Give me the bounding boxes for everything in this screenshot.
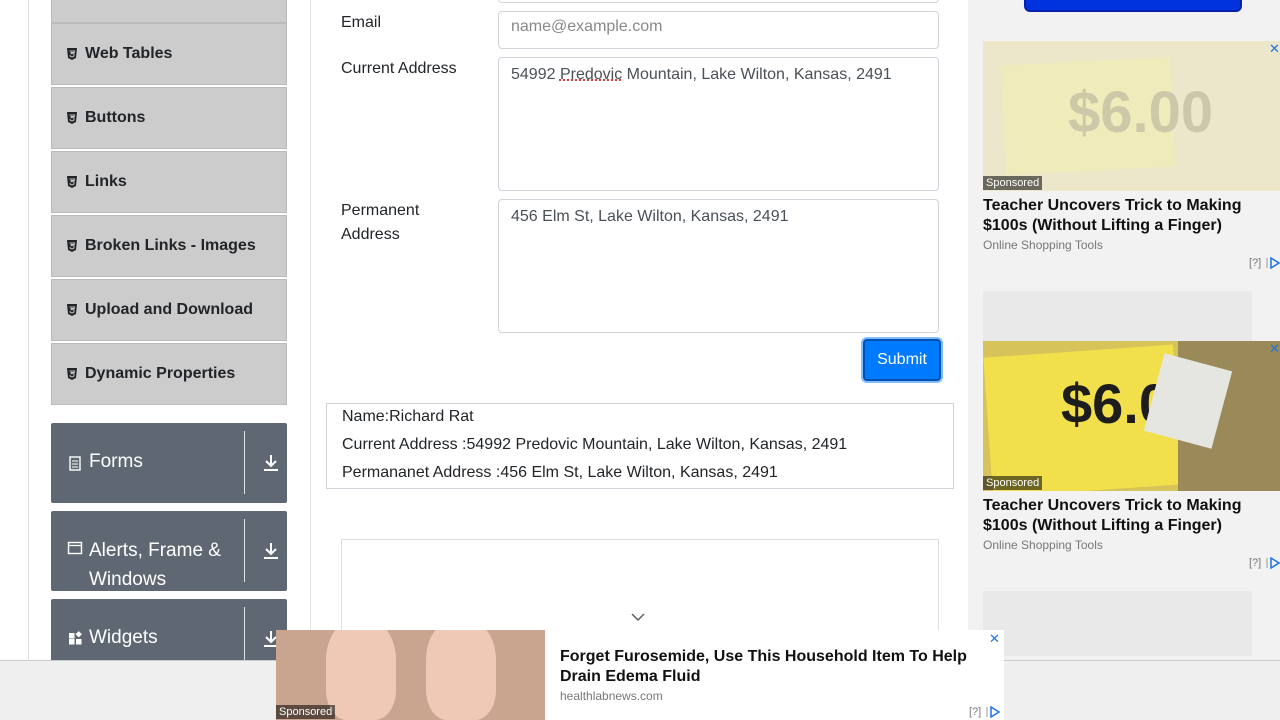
current-address-text-suffix: Mountain, Lake Wilton, Kansas, 2491 <box>622 66 892 83</box>
ad-source[interactable]: Online Shopping Tools <box>983 538 1103 552</box>
html5-icon <box>66 368 78 380</box>
current-address-label: Current Address <box>341 60 457 77</box>
spellcheck-word: Predovic <box>559 66 623 83</box>
ad-image-price-tag[interactable]: $6.00 <box>983 41 1280 191</box>
group-alerts-label-wrap: Alerts, Frame & Windows <box>67 536 221 591</box>
adchoices-icon[interactable] <box>1266 557 1280 569</box>
output-name: Name:Richard Rat <box>342 408 474 425</box>
adchoices-icon[interactable] <box>986 706 1000 718</box>
output-current-address: Current Address :54992 Predovic Mountain… <box>342 436 848 453</box>
window-icon <box>67 541 83 555</box>
left-panel: Web Tables Buttons Links Broken Links - … <box>28 0 311 720</box>
bottom-ad[interactable]: Sponsored Forget Furosemide, Use This Ho… <box>276 630 1004 720</box>
group-forms-label-wrap: Forms <box>67 451 143 473</box>
sidebar-item-web-tables[interactable]: Web Tables <box>51 23 287 85</box>
image-overlay <box>983 41 1280 191</box>
previous-field-partial[interactable] <box>498 0 939 3</box>
divider <box>244 519 245 582</box>
output-permanent-address: Permananet Address :456 Elm St, Lake Wil… <box>342 464 778 481</box>
submit-button[interactable]: Submit <box>863 339 941 381</box>
email-field[interactable]: name@example.com <box>498 11 939 49</box>
sponsored-label: Sponsored <box>983 476 1043 490</box>
ad-button-partial[interactable] <box>1024 0 1242 12</box>
sidebar-item-label: Buttons <box>85 109 146 126</box>
ad-title[interactable]: Teacher Uncovers Trick to Making $100s (… <box>983 496 1273 536</box>
sidebar-item-links[interactable]: Links <box>51 151 287 213</box>
permanent-address-label: Permanent Address <box>341 199 419 247</box>
divider <box>244 431 245 494</box>
ad-title[interactable]: Forget Furosemide, Use This Household It… <box>560 647 980 687</box>
sidebar-item-label: Upload and Download <box>85 301 253 318</box>
ad-background-pattern <box>983 291 1252 341</box>
download-icon[interactable] <box>261 541 281 561</box>
ad-source[interactable]: Online Shopping Tools <box>983 238 1103 252</box>
chevron-down-icon[interactable] <box>631 612 645 622</box>
ad-info-link[interactable]: [?] <box>969 706 981 718</box>
html5-icon <box>66 240 78 252</box>
sponsored-label: Sponsored <box>276 705 336 719</box>
group-label: Forms <box>89 451 143 472</box>
ad-source[interactable]: healthlabnews.com <box>560 689 663 703</box>
html5-icon <box>66 304 78 316</box>
sidebar-item-upload-download[interactable]: Upload and Download <box>51 279 287 341</box>
sponsored-label: Sponsored <box>983 176 1043 190</box>
ad-title[interactable]: Teacher Uncovers Trick to Making $100s (… <box>983 196 1273 236</box>
html5-icon <box>66 112 78 124</box>
page: Web Tables Buttons Links Broken Links - … <box>0 0 1280 720</box>
foot-shape <box>326 630 396 720</box>
permanent-address-textarea[interactable]: 456 Elm St, Lake Wilton, Kansas, 2491 <box>498 199 939 333</box>
group-label: Alerts, Frame & <box>89 540 221 561</box>
close-icon[interactable]: ✕ <box>1269 341 1280 357</box>
ad-info-link[interactable]: [?] <box>1249 257 1261 269</box>
group-forms[interactable]: Forms <box>51 423 287 503</box>
sidebar-item-buttons[interactable]: Buttons <box>51 87 287 149</box>
group-label-line2: Windows <box>89 569 167 590</box>
close-icon[interactable]: ✕ <box>989 631 1000 647</box>
output-box: Name:Richard Rat Current Address :54992 … <box>326 403 954 489</box>
sidebar-item-broken-links[interactable]: Broken Links - Images <box>51 215 287 277</box>
adchoices-icon[interactable] <box>1266 257 1280 269</box>
permanent-address-label-line1: Permanent <box>341 202 420 219</box>
permanent-address-label-line2: Address <box>341 226 400 243</box>
current-address-textarea[interactable]: 54992 Predovic Mountain, Lake Wilton, Ka… <box>498 57 939 191</box>
email-label: Email <box>341 14 382 31</box>
group-alerts-frame-windows[interactable]: Alerts, Frame & Windows <box>51 511 287 591</box>
html5-icon <box>66 48 78 60</box>
group-label: Widgets <box>89 627 158 648</box>
sidebar-item-label: Links <box>85 173 127 190</box>
sidebar-item-partial[interactable] <box>51 0 287 23</box>
html5-icon <box>66 176 78 188</box>
group-widgets-label-wrap: Widgets <box>67 627 158 649</box>
foot-shape <box>426 630 496 720</box>
sidebar-item-label: Broken Links - Images <box>85 237 256 254</box>
close-icon[interactable]: ✕ <box>1269 41 1280 57</box>
widgets-icon <box>69 631 82 645</box>
group-label-lines: Alerts, Frame & Windows <box>89 536 221 591</box>
ad-image-price-tag[interactable]: $6.00 <box>983 341 1280 491</box>
download-icon[interactable] <box>261 453 281 473</box>
sidebar-item-dynamic-properties[interactable]: Dynamic Properties <box>51 343 287 405</box>
ad-background-pattern <box>983 591 1252 656</box>
sidebar-item-label: Web Tables <box>85 45 173 62</box>
sidebar-item-label: Dynamic Properties <box>85 365 236 382</box>
document-icon <box>69 456 81 471</box>
current-address-text-prefix: 54992 <box>511 66 560 83</box>
ad-info-link[interactable]: [?] <box>1249 557 1261 569</box>
